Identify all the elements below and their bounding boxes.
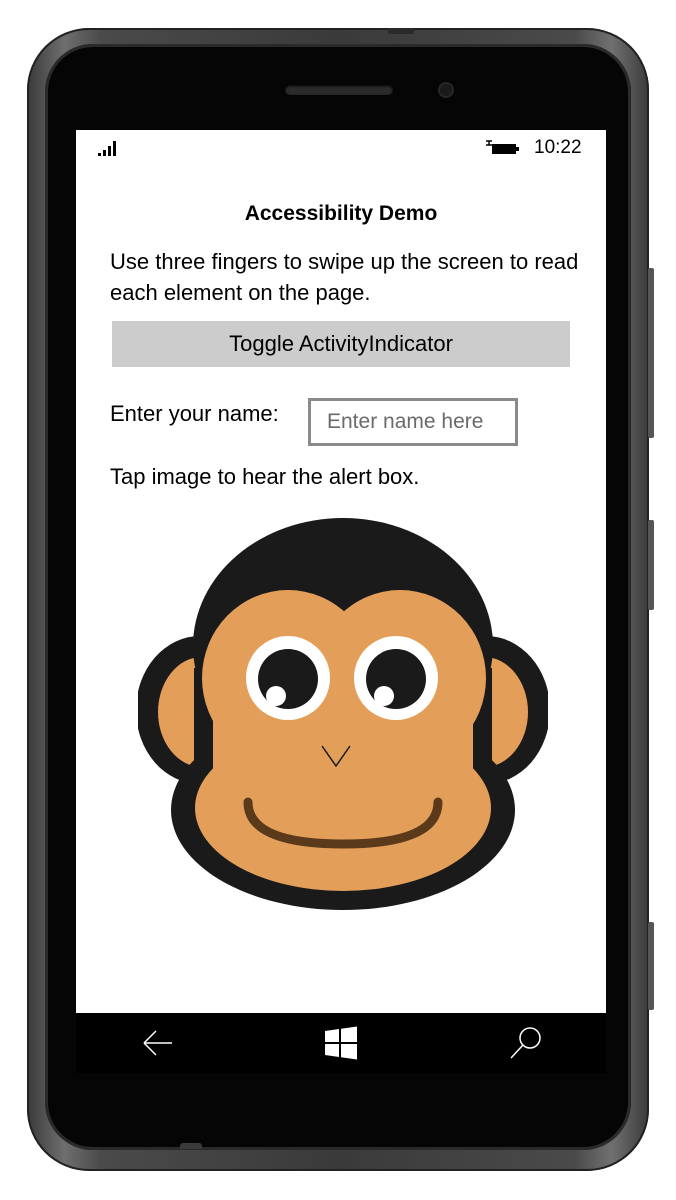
bottom-port xyxy=(180,1143,202,1149)
volume-up-button xyxy=(648,268,654,438)
search-button[interactable] xyxy=(504,1021,548,1065)
page-title: Accessibility Demo xyxy=(244,202,438,225)
search-icon xyxy=(510,1027,541,1059)
tap-image-hint: Tap image to hear the alert box. xyxy=(110,464,420,489)
front-camera xyxy=(438,82,454,98)
earpiece-speaker xyxy=(285,85,393,95)
start-button[interactable] xyxy=(319,1021,363,1065)
right-eye-shine xyxy=(374,686,394,706)
top-button xyxy=(388,28,414,34)
status-bar: 10:22 xyxy=(76,130,606,166)
name-input[interactable] xyxy=(308,398,518,446)
power-button xyxy=(648,520,654,610)
back-button[interactable] xyxy=(136,1021,180,1065)
left-eye-shine xyxy=(266,686,286,706)
app-screen: 10:22 Accessibility Demo Use three finge… xyxy=(76,130,606,1013)
name-label: Enter your name: xyxy=(110,401,279,426)
instructions-text: Use three fingers to swipe up the screen… xyxy=(110,249,579,305)
monkey-image[interactable] xyxy=(138,518,548,910)
phone-emulator: 10:22 Accessibility Demo Use three finge… xyxy=(0,0,676,1200)
toggle-activity-indicator-button[interactable]: Toggle ActivityIndicator xyxy=(112,321,570,367)
windows-logo-icon xyxy=(325,1026,357,1060)
camera-button xyxy=(648,922,654,1010)
battery-charging-icon xyxy=(486,140,519,154)
status-time: 10:22 xyxy=(534,137,582,158)
signal-bars-icon xyxy=(98,141,116,156)
back-arrow-icon xyxy=(143,1030,172,1056)
navigation-bar xyxy=(76,1013,606,1073)
